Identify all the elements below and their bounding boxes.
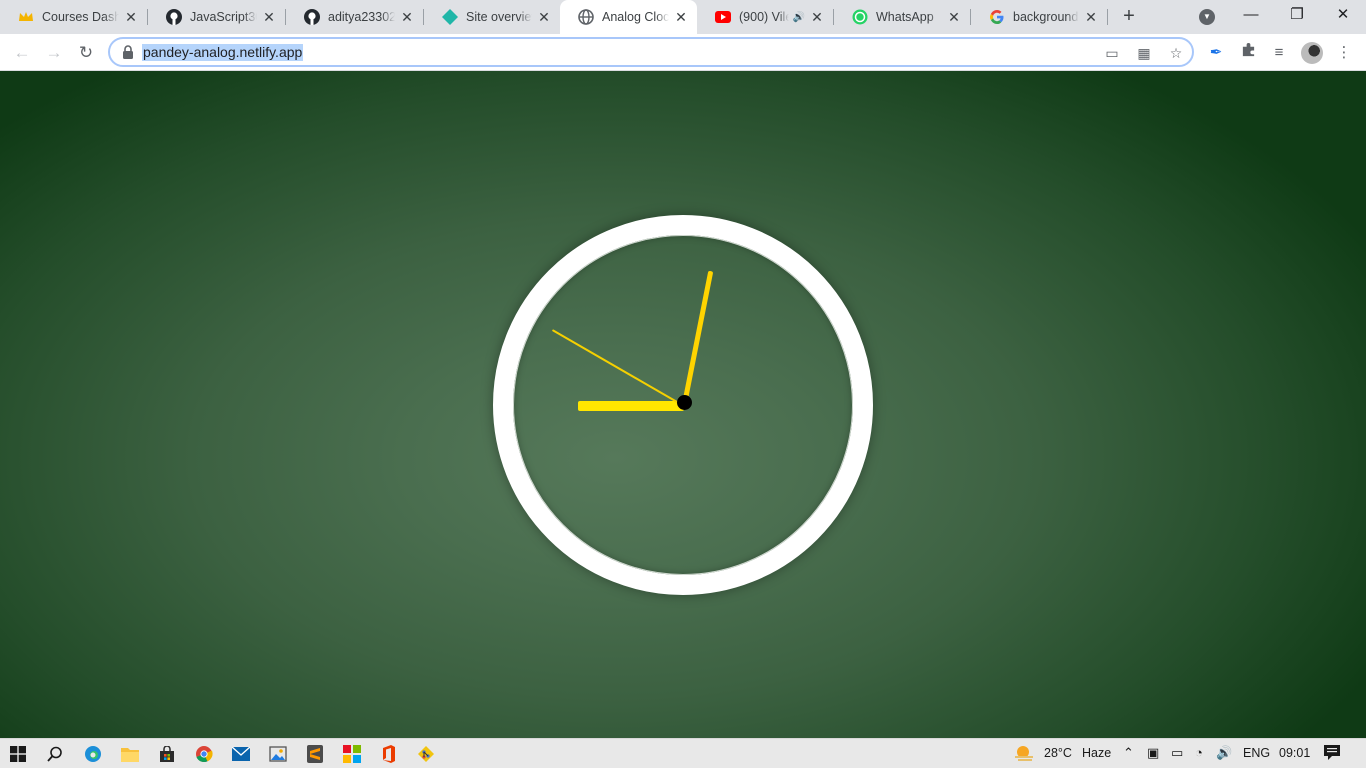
tab-close-icon[interactable]: ✕ xyxy=(123,9,139,25)
youtube-icon xyxy=(715,9,731,25)
weather-condition[interactable]: Haze xyxy=(1082,746,1111,760)
menu-kebab-icon[interactable]: ⋮ xyxy=(1333,42,1355,64)
new-tab-button[interactable]: + xyxy=(1118,5,1140,27)
tab-site-overview[interactable]: Site overview ✕ xyxy=(424,3,560,31)
wifi-icon[interactable]: ◔ xyxy=(1195,745,1203,760)
tab-analog-clock[interactable]: Analog Clock ✕ xyxy=(560,0,697,34)
back-button[interactable]: ← xyxy=(10,41,34,65)
weather-icon[interactable] xyxy=(1013,743,1035,766)
cast-icon[interactable]: ▭ xyxy=(1102,43,1122,63)
close-window-button[interactable]: ✕ xyxy=(1320,0,1366,32)
office-icon[interactable] xyxy=(378,743,400,765)
file-explorer-icon[interactable] xyxy=(119,743,141,765)
tab-separator xyxy=(1107,9,1108,25)
notifications-icon[interactable] xyxy=(1323,744,1341,764)
address-bar[interactable]: pandey-analog.netlify.app ▭ ▦ ☆ xyxy=(108,37,1194,67)
tab-whatsapp[interactable]: WhatsApp ✕ xyxy=(834,3,970,31)
profile-avatar[interactable] xyxy=(1301,42,1323,64)
sublime-text-icon[interactable] xyxy=(304,743,326,765)
tab-label: aditya23302/JavaScript xyxy=(328,10,395,24)
extension-feather-icon[interactable]: ✒ xyxy=(1205,42,1227,64)
mail-icon[interactable] xyxy=(230,743,252,765)
app-grid-icon[interactable] xyxy=(341,743,363,765)
minimize-button[interactable]: — xyxy=(1228,0,1274,32)
tab-label: WhatsApp xyxy=(876,10,934,24)
clock-center-pin xyxy=(677,395,692,410)
tab-close-icon[interactable]: ✕ xyxy=(1083,9,1099,25)
tab-close-icon[interactable]: ✕ xyxy=(536,9,552,25)
tab-close-icon[interactable]: ✕ xyxy=(946,9,962,25)
bookmark-star-icon[interactable]: ☆ xyxy=(1166,43,1186,63)
restore-button[interactable]: ❐ xyxy=(1274,0,1320,32)
tab-aditya-repo[interactable]: aditya23302/JavaScript ✕ xyxy=(286,3,423,31)
photos-icon[interactable] xyxy=(267,743,289,765)
forward-button[interactable]: → xyxy=(42,41,66,65)
reload-button[interactable]: ↻ xyxy=(74,41,98,65)
tab-strip: Courses Dashboard ✕ JavaScript30/index ✕… xyxy=(0,0,1366,34)
chrome-icon[interactable] xyxy=(193,743,215,765)
microsoft-store-icon[interactable] xyxy=(156,743,178,765)
page-viewport xyxy=(0,71,1366,738)
tab-close-icon[interactable]: ✕ xyxy=(673,9,689,25)
tab-youtube[interactable]: (900) Vilen 🔊 ✕ xyxy=(697,3,833,31)
language-indicator[interactable]: ENG xyxy=(1243,746,1270,760)
netlify-icon xyxy=(442,9,458,25)
tab-label: (900) Vilen xyxy=(739,10,789,24)
whatsapp-icon xyxy=(852,9,868,25)
search-icon[interactable] xyxy=(44,743,66,765)
crown-icon xyxy=(18,9,34,25)
tab-close-icon[interactable]: ✕ xyxy=(261,9,277,25)
edge-icon[interactable] xyxy=(82,743,104,765)
tab-courses-dashboard[interactable]: Courses Dashboard ✕ xyxy=(0,3,147,31)
tab-search-icon[interactable]: ▼ xyxy=(1199,9,1215,25)
meet-now-icon[interactable]: ▣ xyxy=(1147,745,1159,761)
media-controls-icon[interactable]: ≡ xyxy=(1268,42,1290,64)
lock-icon[interactable] xyxy=(122,45,134,59)
tab-label: Analog Clock xyxy=(602,10,669,24)
extensions-puzzle-icon[interactable] xyxy=(1237,42,1259,64)
tab-label: background image xyxy=(1013,10,1079,24)
hour-hand xyxy=(578,401,684,411)
tab-javascript30[interactable]: JavaScript30/index ✕ xyxy=(148,3,285,31)
tab-close-icon[interactable]: ✕ xyxy=(399,9,415,25)
tab-label: JavaScript30/index xyxy=(190,10,257,24)
windows-taskbar: 28°C Haze ⌃ ▣ ▭ ◔ 🔊 ENG 09:01 xyxy=(0,738,1366,768)
tab-google-search[interactable]: background image ✕ xyxy=(971,3,1107,31)
tab-close-icon[interactable]: ✕ xyxy=(809,9,825,25)
volume-icon[interactable]: 🔊 xyxy=(1216,745,1232,761)
github-icon xyxy=(304,9,320,25)
globe-icon xyxy=(578,9,594,25)
clock-time[interactable]: 09:01 xyxy=(1279,746,1310,760)
tab-label: Site overview xyxy=(466,10,532,24)
tab-label: Courses Dashboard xyxy=(42,10,119,24)
qr-code-icon[interactable]: ▦ xyxy=(1134,43,1154,63)
weather-temperature[interactable]: 28°C xyxy=(1044,746,1072,760)
battery-icon[interactable]: ▭ xyxy=(1171,745,1183,761)
speaker-icon[interactable]: 🔊 xyxy=(793,12,805,23)
url-text[interactable]: pandey-analog.netlify.app xyxy=(142,44,304,61)
windows-start-icon[interactable] xyxy=(7,743,29,765)
browser-toolbar: ← → ↻ pandey-analog.netlify.app ▭ ▦ ☆ ✒ … xyxy=(0,34,1366,71)
chevron-up-icon[interactable]: ⌃ xyxy=(1123,745,1134,761)
google-icon xyxy=(989,9,1005,25)
git-icon[interactable] xyxy=(415,743,437,765)
github-icon xyxy=(166,9,182,25)
